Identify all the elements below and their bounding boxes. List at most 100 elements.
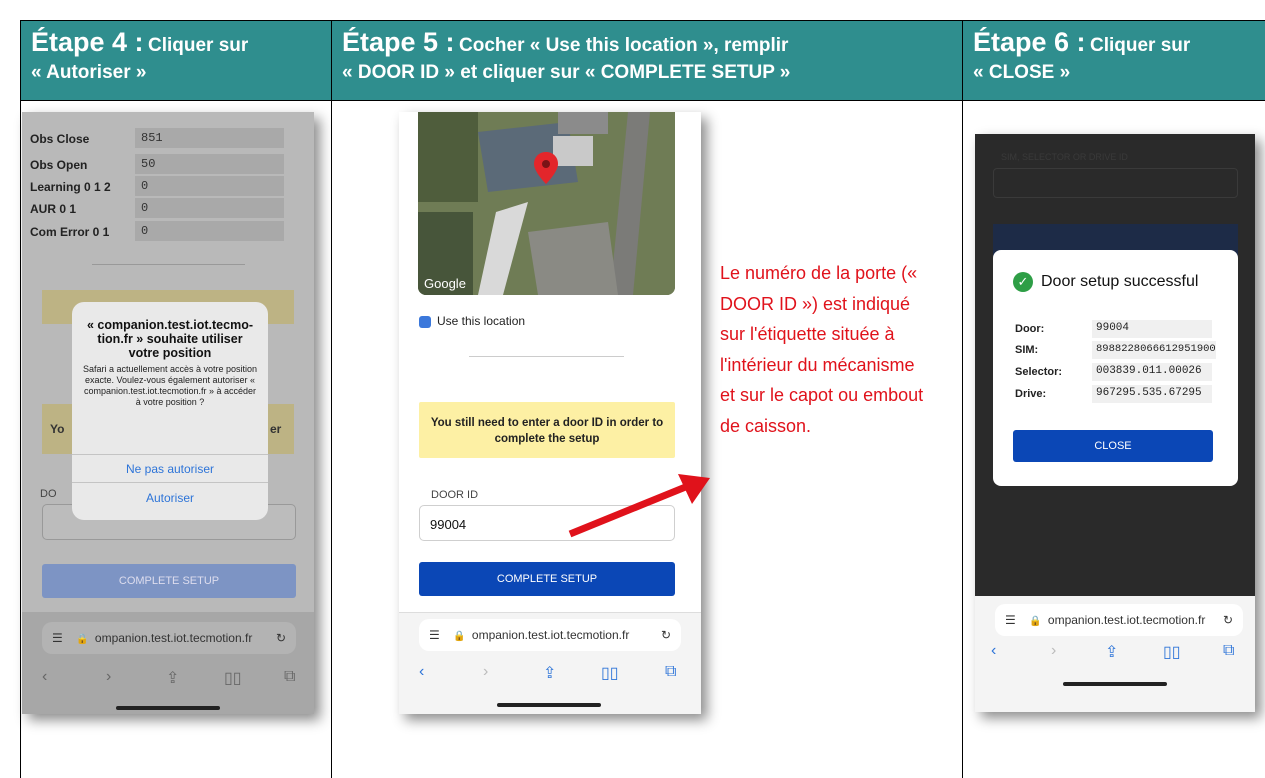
tabs-icon: ☰ bbox=[52, 631, 63, 645]
step-6-instruction: Cliquer sur bbox=[1090, 35, 1191, 56]
nav-row: ‹ › ⇪ ▯▯ ⧉ bbox=[975, 642, 1255, 662]
reload-icon[interactable]: ↻ bbox=[276, 622, 286, 654]
sim-value: 8988228066612951900 bbox=[1092, 341, 1216, 359]
reload-icon[interactable]: ↻ bbox=[661, 619, 671, 651]
setup-success-modal: ✓ Door setup successful Door: 99004 SIM: … bbox=[993, 250, 1238, 486]
background-field bbox=[993, 168, 1238, 198]
complete-setup-button[interactable]: COMPLETE SETUP bbox=[42, 564, 296, 598]
address-bar[interactable]: ☰ 🔒 ompanion.test.iot.tecmotion.fr ↻ bbox=[42, 622, 296, 654]
notice-text-left: Yo bbox=[50, 422, 65, 436]
forward-icon[interactable]: › bbox=[1051, 642, 1056, 660]
location-permission-dialog: « companion.test.iot.tecmo-tion.fr » sou… bbox=[72, 302, 268, 520]
nav-row: ‹ › ⇪ ▯▯ ⧉ bbox=[399, 663, 701, 683]
phone-screenshot-step-4: Obs Close 851 Obs Open 50 Learning 0 1 2… bbox=[22, 112, 314, 714]
back-icon[interactable]: ‹ bbox=[419, 663, 424, 681]
pointer-arrow-icon bbox=[568, 474, 710, 538]
tabs-overview-icon[interactable]: ⧉ bbox=[1223, 642, 1234, 660]
map-attribution: Google bbox=[424, 276, 466, 291]
divider bbox=[469, 356, 624, 357]
home-indicator bbox=[116, 706, 220, 710]
browser-toolbar: ☰ 🔒 ompanion.test.iot.tecmotion.fr ↻ ‹ ›… bbox=[22, 612, 314, 714]
door-id-label: DO bbox=[40, 488, 57, 500]
dialog-description: Safari a actuellement accès à votre posi… bbox=[82, 364, 258, 407]
sim-label: SIM: bbox=[1015, 344, 1039, 356]
step-6-number: Étape 6 : bbox=[973, 27, 1086, 57]
tabs-icon: ☰ bbox=[429, 628, 440, 642]
home-indicator bbox=[1063, 682, 1167, 686]
row-label: AUR 0 1 bbox=[30, 202, 77, 216]
tabs-icon: ☰ bbox=[1005, 613, 1016, 627]
reload-icon[interactable]: ↻ bbox=[1223, 604, 1233, 636]
checkbox-checked-icon[interactable] bbox=[419, 315, 431, 328]
step-4-header: Étape 4 : Cliquer sur « Autoriser » bbox=[21, 21, 331, 101]
share-icon[interactable]: ⇪ bbox=[166, 668, 179, 688]
url-text: ompanion.test.iot.tecmotion.fr bbox=[471, 628, 630, 642]
divider bbox=[92, 264, 245, 265]
step-4-instruction: Cliquer sur bbox=[148, 35, 249, 56]
deny-button[interactable]: Ne pas autoriser bbox=[72, 454, 268, 482]
bookmarks-icon[interactable]: ▯▯ bbox=[601, 663, 619, 683]
complete-setup-button[interactable]: COMPLETE SETUP bbox=[419, 562, 675, 596]
url-text: ompanion.test.iot.tecmotion.fr bbox=[94, 631, 253, 645]
door-id-notice: You still need to enter a door ID in ord… bbox=[419, 402, 675, 458]
satellite-map: Google bbox=[418, 112, 675, 295]
lock-icon: 🔒 bbox=[453, 631, 466, 642]
tabs-overview-icon[interactable]: ⧉ bbox=[665, 663, 676, 681]
tabs-overview-icon[interactable]: ⧉ bbox=[284, 668, 295, 686]
dialog-title: « companion.test.iot.tecmo-tion.fr » sou… bbox=[87, 318, 253, 360]
row-value: 0 bbox=[135, 176, 284, 196]
step-4-number: Étape 4 : bbox=[31, 27, 144, 57]
modal-title: ✓ Door setup successful bbox=[1013, 272, 1198, 292]
back-icon[interactable]: ‹ bbox=[42, 668, 47, 686]
lock-icon: 🔒 bbox=[76, 634, 89, 645]
selector-value: 003839.011.00026 bbox=[1092, 363, 1212, 381]
step-4-instruction-target: « Autoriser » bbox=[31, 62, 147, 83]
row-value: 0 bbox=[135, 221, 284, 241]
phone-screenshot-step-6: SIM, SELECTOR OR DRIVE ID ✓ Door setup su… bbox=[975, 134, 1255, 712]
background-field-label: SIM, SELECTOR OR DRIVE ID bbox=[1001, 152, 1128, 162]
address-bar[interactable]: ☰ 🔒 ompanion.test.iot.tecmotion.fr ↻ bbox=[419, 619, 681, 651]
step-5-instruction: Cocher « Use this location », remplir bbox=[459, 35, 789, 56]
check-circle-icon: ✓ bbox=[1013, 272, 1033, 292]
share-icon[interactable]: ⇪ bbox=[543, 663, 556, 683]
close-button[interactable]: CLOSE bbox=[1013, 430, 1213, 462]
browser-toolbar: ☰ 🔒 ompanion.test.iot.tecmotion.fr ↻ ‹ ›… bbox=[975, 596, 1255, 712]
nav-row: ‹ › ⇪ ▯▯ ⧉ bbox=[22, 668, 314, 688]
row-label: Learning 0 1 2 bbox=[30, 180, 111, 194]
forward-icon[interactable]: › bbox=[106, 668, 111, 686]
use-location-checkbox[interactable]: Use this location bbox=[419, 314, 525, 328]
use-location-label: Use this location bbox=[437, 314, 526, 328]
modal-title-text: Door setup successful bbox=[1041, 273, 1199, 291]
drive-value: 967295.535.67295 bbox=[1092, 385, 1212, 403]
location-map[interactable]: Google bbox=[418, 112, 675, 295]
address-bar[interactable]: ☰ 🔒 ompanion.test.iot.tecmotion.fr ↻ bbox=[995, 604, 1243, 636]
row-label: Com Error 0 1 bbox=[30, 225, 110, 239]
drive-label: Drive: bbox=[1015, 388, 1047, 400]
row-value: 50 bbox=[135, 154, 284, 174]
step-6-header: Étape 6 : Cliquer sur « CLOSE » bbox=[963, 21, 1265, 101]
step-5-header: Étape 5 : Cocher « Use this location », … bbox=[332, 21, 962, 101]
lock-icon: 🔒 bbox=[1029, 616, 1042, 627]
selector-label: Selector: bbox=[1015, 366, 1063, 378]
bookmarks-icon[interactable]: ▯▯ bbox=[1163, 642, 1181, 662]
notice-text-right: er bbox=[270, 422, 282, 436]
allow-button[interactable]: Autoriser bbox=[72, 482, 268, 512]
step-6-instruction-target: « CLOSE » bbox=[973, 62, 1071, 83]
back-icon[interactable]: ‹ bbox=[991, 642, 996, 660]
row-value: 851 bbox=[135, 128, 284, 148]
step-5-number: Étape 5 : bbox=[342, 27, 455, 57]
browser-toolbar: ☰ 🔒 ompanion.test.iot.tecmotion.fr ↻ ‹ ›… bbox=[399, 612, 701, 714]
door-id-label: DOOR ID bbox=[431, 489, 479, 501]
door-id-note: Le numéro de la porte (« DOOR ID ») est … bbox=[720, 263, 924, 436]
door-value: 99004 bbox=[1092, 320, 1212, 338]
door-label: Door: bbox=[1015, 323, 1045, 335]
share-icon[interactable]: ⇪ bbox=[1105, 642, 1118, 662]
step-5-instruction-target: « DOOR ID » et cliquer sur « COMPLETE SE… bbox=[342, 62, 791, 83]
phone-screenshot-step-5: Google Use this location You still need … bbox=[399, 112, 701, 714]
row-label: Obs Close bbox=[30, 132, 90, 146]
forward-icon[interactable]: › bbox=[483, 663, 488, 681]
bookmarks-icon[interactable]: ▯▯ bbox=[224, 668, 242, 688]
row-label: Obs Open bbox=[30, 158, 88, 172]
row-value: 0 bbox=[135, 198, 284, 218]
home-indicator bbox=[497, 703, 601, 707]
